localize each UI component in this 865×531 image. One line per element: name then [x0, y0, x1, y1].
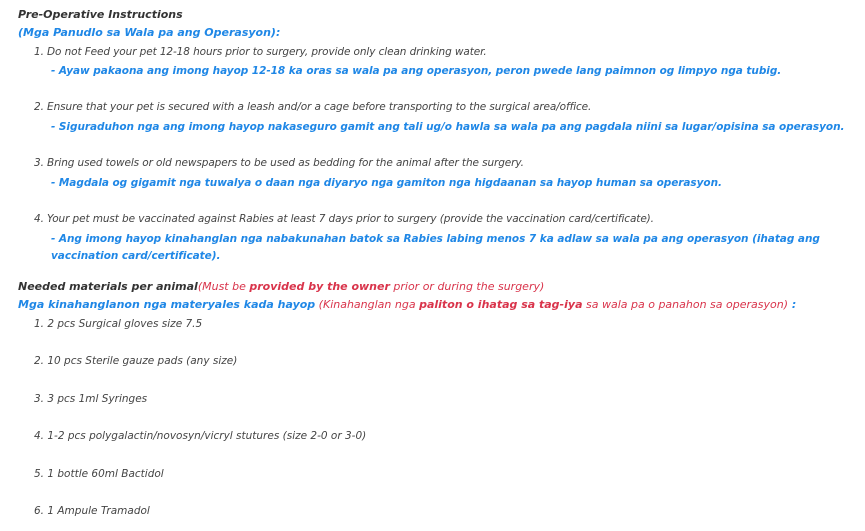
material-item-3: 3. 3 pcs 1ml Syringes [34, 393, 148, 405]
pre-op-item-4-local-line2: vaccination card/certificate). [51, 250, 221, 262]
material-item-1: 1. 2 pcs Surgical gloves size 7.5 [34, 318, 203, 330]
pre-op-item-2: 2. Ensure that your pet is secured with … [34, 101, 592, 113]
materials-note-local-emph: paliton o ihatag sa tag-iya [419, 298, 583, 311]
pre-op-item-4-local-line1: - Ang imong hayop kinahanglan nga nabaku… [51, 233, 820, 245]
material-item-5: 5. 1 bottle 60ml Bactidol [34, 468, 164, 480]
pre-op-item-3: 3. Bring used towels or old newspapers t… [34, 157, 524, 169]
materials-note-local-colon: : [788, 298, 797, 311]
materials-title: Needed materials per animal [18, 280, 198, 293]
pre-op-title: Pre-Operative Instructions [18, 8, 183, 21]
pre-op-item-1: 1. Do not Feed your pet 12-18 hours prio… [34, 46, 487, 58]
materials-note-pre: (Must be [197, 280, 250, 293]
material-item-2: 2. 10 pcs Sterile gauze pads (any size) [34, 355, 238, 367]
pre-op-item-3-local: - Magdala og gigamit nga tuwalya o daan … [51, 177, 722, 189]
materials-title-row: Needed materials per animal(Must be prov… [18, 279, 544, 295]
materials-note-local-pre: (Kinahanglan nga [315, 298, 420, 311]
pre-op-item-1-local: - Ayaw pakaona ang imong hayop 12-18 ka … [51, 65, 782, 77]
material-item-4: 4. 1-2 pcs polygalactin/novosyn/vicryl s… [34, 430, 367, 442]
pre-op-title-local: (Mga Panudlo sa Wala pa ang Operasyon): [18, 26, 281, 39]
materials-title-local-row: Mga kinahanglanon nga materyales kada ha… [18, 297, 796, 313]
materials-note-local-post: sa wala pa o panahon sa operasyon) [582, 298, 788, 311]
pre-op-item-2-local: - Siguraduhon nga ang imong hayop nakase… [51, 121, 845, 133]
pre-op-item-4: 4. Your pet must be vaccinated against R… [34, 213, 654, 225]
material-item-6: 6. 1 Ampule Tramadol [34, 505, 150, 517]
pre-operative-document: Pre-Operative Instructions (Mga Panudlo … [0, 0, 865, 531]
materials-note-post: prior or during the surgery) [389, 280, 545, 293]
materials-note-emph: provided by the owner [249, 280, 390, 293]
materials-title-local: Mga kinahanglanon nga materyales kada ha… [18, 298, 316, 311]
